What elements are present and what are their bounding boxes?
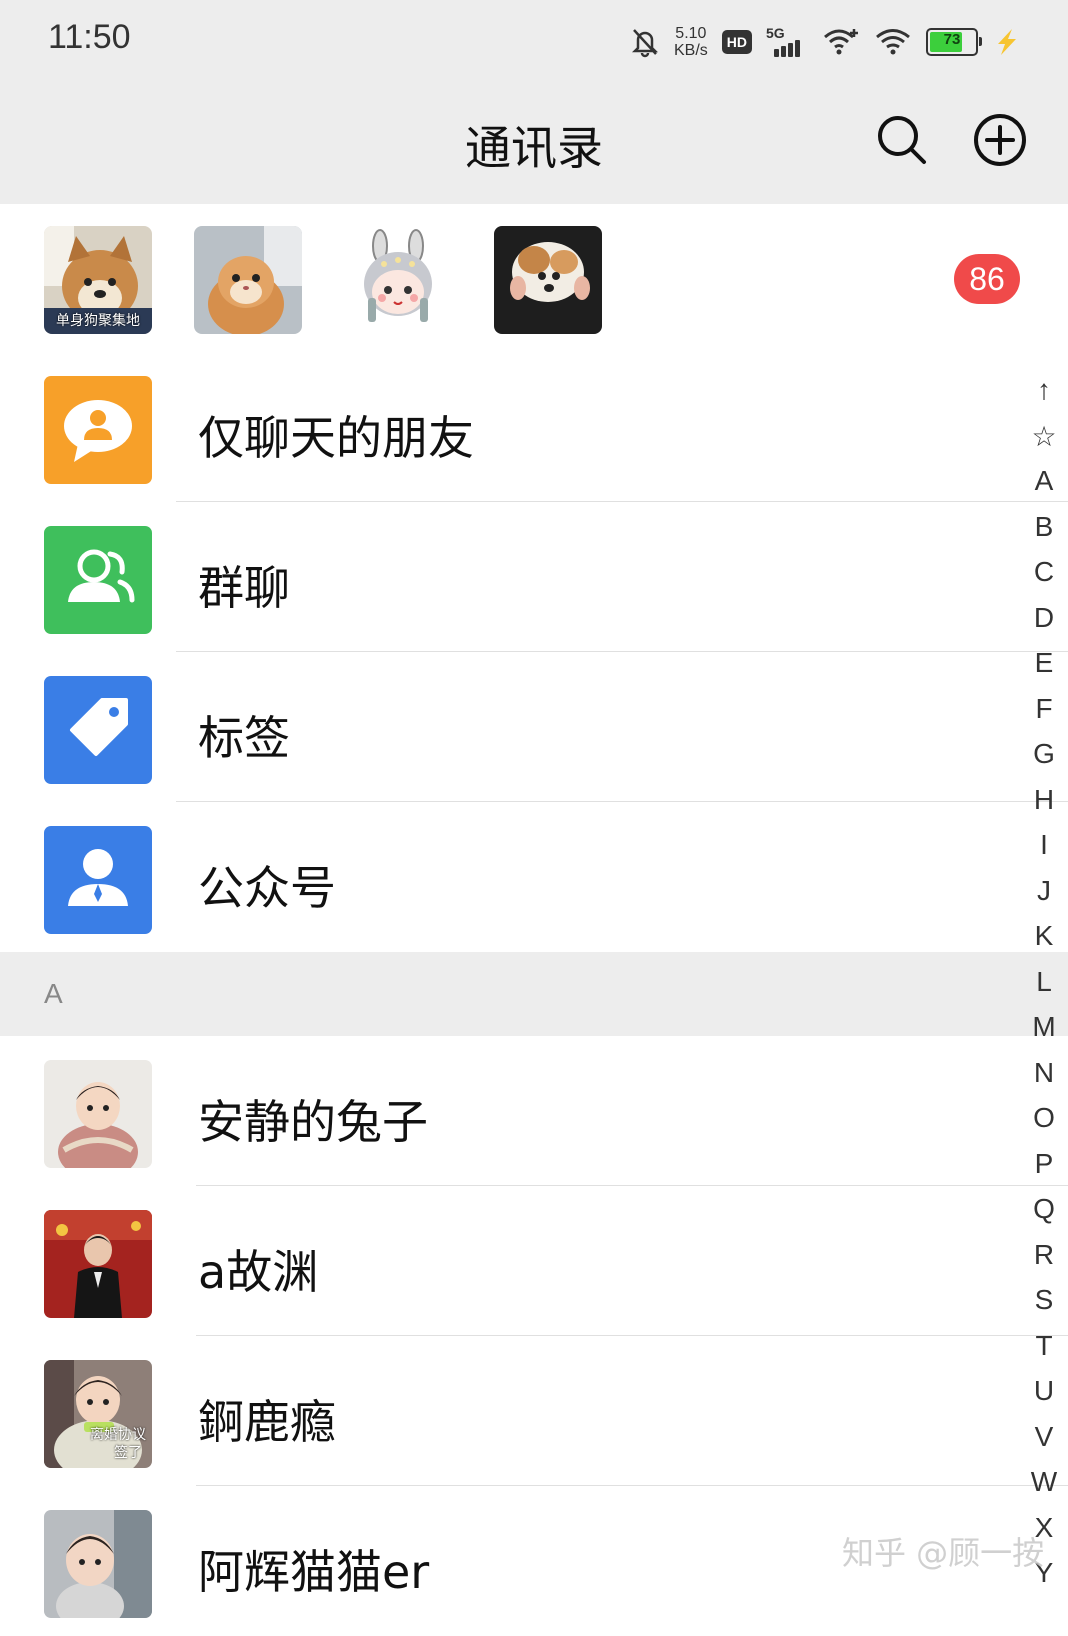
- alphabet-index-letter[interactable]: C: [1026, 556, 1062, 588]
- official-accounts-entry[interactable]: 公众号: [0, 802, 1068, 952]
- alphabet-index-letter[interactable]: ↑: [1026, 374, 1062, 406]
- contact-avatar: [44, 1510, 152, 1618]
- chat-only-friends-entry[interactable]: 仅聊天的朋友: [0, 352, 1068, 502]
- net-speed-value: 5.10: [675, 25, 707, 42]
- avatar-scottish-fold-cat[interactable]: [194, 226, 302, 334]
- alphabet-index-letter[interactable]: M: [1026, 1011, 1062, 1043]
- alphabet-index-letter[interactable]: K: [1026, 920, 1062, 952]
- group-chat-icon: [44, 526, 152, 634]
- alphabet-index-letter[interactable]: S: [1026, 1284, 1062, 1316]
- avatar-caption-line1: 离婚协议: [90, 1427, 146, 1443]
- alphabet-index-letter[interactable]: G: [1026, 738, 1062, 770]
- contact-name: 阿辉猫猫er: [198, 1545, 430, 1599]
- alphabet-index-letter[interactable]: W: [1026, 1466, 1062, 1498]
- contact-avatar: 离婚协议 签了: [44, 1360, 152, 1468]
- alphabet-index-letter[interactable]: H: [1026, 784, 1062, 816]
- contact-row[interactable]: a故渊: [0, 1186, 1068, 1336]
- status-bar: 11:50 5.10 KB/s HD 5G 73: [0, 0, 1068, 88]
- section-header-a: A: [0, 952, 1068, 1036]
- cellular-signal-icon: 5G: [766, 25, 808, 57]
- contact-row[interactable]: 安静的兔子: [0, 1036, 1068, 1186]
- watermark: 知乎 @顾一按: [842, 1534, 1045, 1572]
- alphabet-index-letter[interactable]: R: [1026, 1239, 1062, 1271]
- official-account-icon: [44, 826, 152, 934]
- status-time: 11:50: [48, 18, 131, 56]
- alphabet-index-letter[interactable]: I: [1026, 829, 1062, 861]
- hd-icon: HD: [721, 30, 752, 54]
- alphabet-index-letter[interactable]: D: [1026, 602, 1062, 634]
- avatar-shiba-dog[interactable]: 单身狗聚集地: [44, 226, 152, 334]
- alphabet-index-letter[interactable]: Q: [1026, 1193, 1062, 1225]
- wifi-plus-icon: [824, 29, 858, 55]
- plus-circle-icon[interactable]: [972, 112, 1028, 168]
- alphabet-index-letter[interactable]: F: [1026, 693, 1062, 725]
- contact-avatar: [44, 1210, 152, 1318]
- contact-row[interactable]: 离婚协议 签了 錒鹿瘾: [0, 1336, 1068, 1486]
- contact-name: 錒鹿瘾: [198, 1395, 336, 1449]
- alphabet-index-letter[interactable]: A: [1026, 465, 1062, 497]
- status-icons: 5.10 KB/s HD 5G 73: [630, 22, 1020, 62]
- avatar-caption: 单身狗聚集地: [56, 313, 140, 329]
- contact-name: a故渊: [198, 1245, 319, 1299]
- alphabet-index-letter[interactable]: U: [1026, 1375, 1062, 1407]
- alphabet-index-letter[interactable]: J: [1026, 875, 1062, 907]
- mute-bell-icon: [631, 29, 658, 58]
- avatar-caption-line2: 签了: [114, 1445, 142, 1461]
- entry-label: 仅聊天的朋友: [198, 411, 474, 465]
- avatar-corgi-dog[interactable]: [494, 226, 602, 334]
- entry-label: 群聊: [198, 561, 290, 615]
- alphabet-index-letter[interactable]: P: [1026, 1148, 1062, 1180]
- alphabet-index-letter[interactable]: V: [1026, 1421, 1062, 1453]
- battery-icon: 73: [926, 28, 982, 56]
- alphabet-index-letter[interactable]: L: [1026, 966, 1062, 998]
- charging-bolt-icon: [998, 29, 1016, 55]
- new-friends-row[interactable]: 单身狗聚集地 86: [0, 204, 1068, 352]
- new-friends-count-badge: 86: [954, 254, 1020, 304]
- entry-label: 标签: [198, 711, 290, 765]
- avatar-bunny-girl-cartoon[interactable]: [344, 226, 452, 334]
- alphabet-index-letter[interactable]: N: [1026, 1057, 1062, 1089]
- net-speed: 5.10 KB/s: [674, 25, 708, 59]
- alphabet-index-letter[interactable]: E: [1026, 647, 1062, 679]
- chat-only-friends-icon: [44, 376, 152, 484]
- tags-entry[interactable]: 标签: [0, 652, 1068, 802]
- alphabet-index-letter[interactable]: B: [1026, 511, 1062, 543]
- network-type: 5G: [766, 25, 785, 41]
- alphabet-index-letter[interactable]: ☆: [1026, 420, 1062, 453]
- section-letter: A: [44, 978, 63, 1009]
- search-icon[interactable]: [874, 112, 930, 168]
- nav-header: 通讯录: [0, 88, 1068, 204]
- entry-label: 公众号: [198, 861, 336, 915]
- alphabet-index-letter[interactable]: T: [1026, 1330, 1062, 1362]
- battery-level: 73: [943, 31, 961, 48]
- alphabet-index-letter[interactable]: O: [1026, 1102, 1062, 1134]
- contact-name: 安静的兔子: [198, 1095, 428, 1149]
- wifi-icon: [876, 29, 910, 55]
- group-chat-entry[interactable]: 群聊: [0, 502, 1068, 652]
- contact-avatar: [44, 1060, 152, 1168]
- tag-icon: [44, 676, 152, 784]
- net-speed-unit: KB/s: [673, 42, 708, 59]
